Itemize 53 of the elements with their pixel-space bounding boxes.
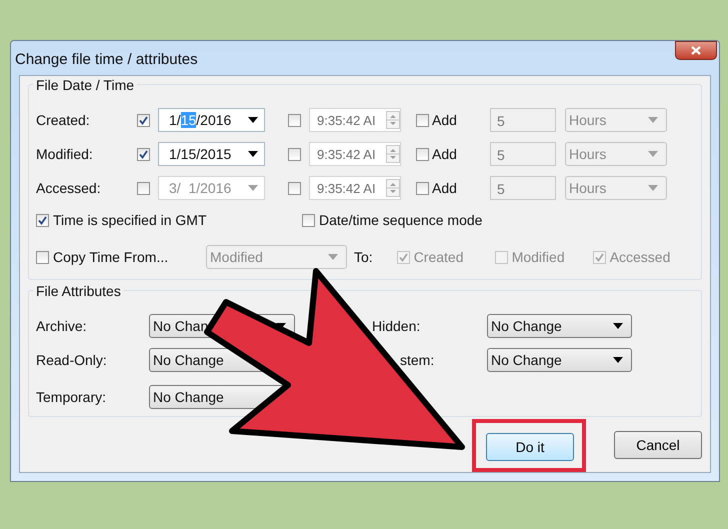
checkbox-label: Time is specified in GMT <box>53 212 207 228</box>
field-label: Created: <box>36 112 91 128</box>
field-label: Read-Only: <box>36 352 108 368</box>
close-icon <box>691 46 701 55</box>
spinner-icon <box>386 179 400 197</box>
field-label: To: <box>354 249 373 265</box>
checkbox-label: Add <box>432 180 458 196</box>
field-label: Temporary: <box>36 389 108 405</box>
time-field[interactable]: 9:35:42 AI <box>309 108 401 132</box>
checkbox[interactable] <box>36 214 49 226</box>
button[interactable]: Cancel <box>614 431 702 459</box>
checkbox-label: Accessed <box>610 249 670 265</box>
date-field[interactable]: 1/15/2016 <box>158 108 265 132</box>
checkbox[interactable] <box>288 114 301 126</box>
checkbox[interactable] <box>288 182 301 194</box>
dropdown[interactable]: Hours <box>565 176 667 200</box>
checkbox[interactable] <box>137 182 150 194</box>
checkbox[interactable] <box>36 250 49 264</box>
group-title: File Attributes <box>33 283 124 299</box>
checkbox[interactable] <box>416 114 429 126</box>
checkbox[interactable] <box>416 182 429 194</box>
spinner-icon <box>386 111 400 129</box>
number-field[interactable]: 5 <box>490 142 556 166</box>
group-title: File Date / Time <box>33 77 138 93</box>
number-field[interactable]: 5 <box>490 176 556 200</box>
date-field[interactable]: 1/15/2015 <box>158 142 265 166</box>
field-label: Archive: <box>36 318 88 334</box>
button[interactable]: Do it <box>486 432 574 460</box>
field-label: stem: <box>400 352 434 368</box>
field-label: Hidden: <box>372 318 420 334</box>
checkbox-label: Date/time sequence mode <box>319 212 482 228</box>
dropdown[interactable]: No Change <box>487 348 632 372</box>
window-title: Change file time / attributes <box>15 51 198 68</box>
dropdown[interactable]: No Change <box>487 314 632 338</box>
time-field[interactable]: 9:35:42 AI <box>309 142 401 166</box>
checkbox[interactable] <box>137 114 150 126</box>
checkbox[interactable] <box>137 148 150 160</box>
checkbox-label: Add <box>432 112 458 128</box>
dropdown[interactable]: Hours <box>565 142 667 166</box>
checkbox[interactable] <box>302 214 315 226</box>
checkbox-label: Modified <box>512 249 565 265</box>
checkbox-label: Add <box>432 146 458 162</box>
field-label: Accessed: <box>36 180 102 196</box>
time-field[interactable]: 9:35:42 AI <box>309 176 401 200</box>
checkbox-label: Copy Time From... <box>53 249 168 265</box>
field-label: Modified: <box>36 146 94 162</box>
dropdown[interactable]: Hours <box>565 108 667 132</box>
spinner-icon <box>386 145 400 163</box>
number-field[interactable]: 5 <box>490 108 556 132</box>
close-button[interactable] <box>675 41 717 60</box>
checkbox[interactable] <box>416 148 429 160</box>
checkbox[interactable] <box>288 148 301 160</box>
checkbox-label: Created <box>414 249 464 265</box>
